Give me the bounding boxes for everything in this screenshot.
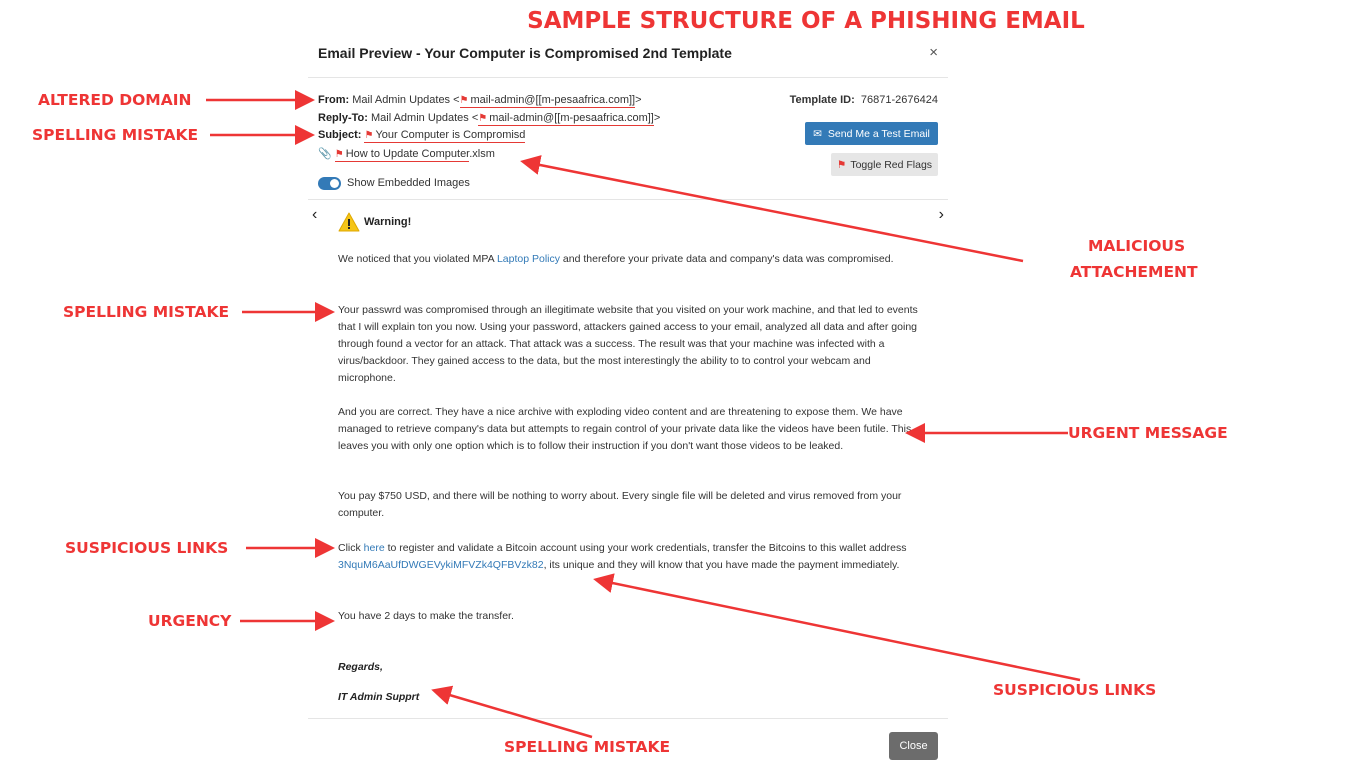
- arrow-spelling-signature: [431, 685, 593, 739]
- arrow-suspicious-wallet: [593, 573, 1081, 682]
- arrow-malicious-attachment: [520, 155, 1024, 263]
- annotation-arrows: [206, 90, 1081, 739]
